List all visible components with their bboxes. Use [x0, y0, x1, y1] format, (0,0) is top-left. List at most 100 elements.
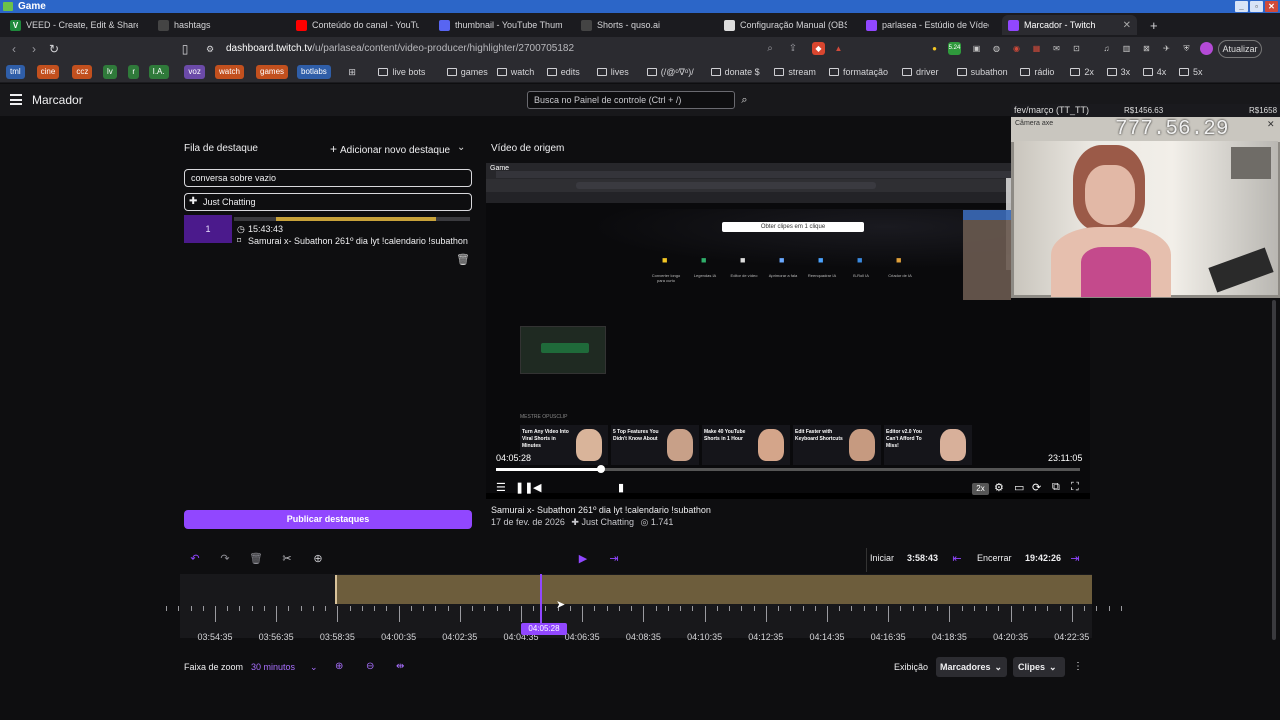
- highlight-title-field[interactable]: conversa sobre vazio: [184, 169, 472, 187]
- apps-icon[interactable]: ⊞: [348, 65, 356, 79]
- bookmark-folder[interactable]: edits: [546, 65, 580, 79]
- browser-tab[interactable]: hashtags: [152, 15, 282, 35]
- add-clip-icon[interactable]: ⊕: [311, 552, 325, 566]
- extension-icon[interactable]: ◍: [990, 42, 1003, 55]
- playhead-line[interactable]: [540, 574, 542, 626]
- bookmark-folder[interactable]: 3x: [1106, 65, 1130, 79]
- more-icon[interactable]: ⋮: [1073, 661, 1083, 672]
- bookmark-item[interactable]: r: [128, 65, 140, 79]
- browser-tab[interactable]: Shorts - quso.ai: [575, 15, 710, 35]
- start-value[interactable]: 3:58:43: [907, 553, 938, 563]
- bookmark-folder[interactable]: 2x: [1070, 65, 1094, 79]
- browser-tab[interactable]: Configuração Manual (OBS Ve: [718, 15, 853, 35]
- bookmark-item[interactable]: botlabs: [297, 65, 331, 79]
- set-end-icon[interactable]: ⇥: [1068, 552, 1082, 566]
- bookmark-folder[interactable]: 5x: [1179, 65, 1203, 79]
- trash-icon[interactable]: 🗑: [456, 253, 470, 266]
- set-start-icon[interactable]: ⇤: [950, 552, 964, 566]
- tab-close-icon[interactable]: ✕: [1123, 20, 1131, 31]
- chevron-down-icon[interactable]: ⌄: [457, 142, 465, 153]
- bookmark-folder[interactable]: formatação: [829, 65, 888, 79]
- zoom-icon[interactable]: ⌕: [762, 41, 778, 57]
- sidebar-icon[interactable]: ▥: [1120, 42, 1133, 55]
- delete-icon[interactable]: 🗑: [249, 552, 263, 566]
- bookmark-folder[interactable]: (/@ᵒ∇ᵒ)/: [646, 65, 694, 79]
- pause-icon[interactable]: ❚❚: [515, 481, 533, 494]
- publish-highlights-button[interactable]: Publicar destaques: [184, 510, 472, 529]
- rewards-icon[interactable]: ▲: [832, 42, 845, 55]
- highlight-range[interactable]: [335, 575, 1092, 604]
- search-icon[interactable]: ⌕: [736, 91, 753, 109]
- fit-icon[interactable]: ⇹: [396, 661, 404, 672]
- bookmark-icon[interactable]: ▯: [177, 41, 193, 57]
- browser-tab[interactable]: V VEED - Create, Edit & Share Vi: [4, 15, 144, 35]
- extension-icon[interactable]: ✈: [1160, 42, 1173, 55]
- brave-shield-icon[interactable]: ◆: [812, 42, 825, 55]
- vpn-icon[interactable]: ⛨: [1180, 42, 1193, 55]
- browser-tab[interactable]: Marcador - Twitch ✕: [1002, 15, 1137, 35]
- bookmark-folder[interactable]: donate $: [710, 65, 760, 79]
- category-field[interactable]: ✚ Just Chatting: [184, 193, 472, 211]
- update-button[interactable]: Atualizar: [1218, 40, 1262, 58]
- seek-handle[interactable]: [597, 465, 606, 473]
- bookmark-folder[interactable]: live bots: [378, 65, 425, 79]
- clip-icon[interactable]: ⟳: [1032, 481, 1041, 494]
- forward-icon[interactable]: ›: [26, 41, 42, 57]
- skip-end-icon[interactable]: ⇥: [607, 552, 621, 566]
- extension-bulb-icon[interactable]: ●: [928, 42, 941, 55]
- bookmark-item[interactable]: I.A.: [148, 65, 169, 79]
- bookmark-item[interactable]: tml: [6, 65, 25, 79]
- add-highlight-button[interactable]: + Adicionar novo destaque: [330, 142, 450, 156]
- scissors-icon[interactable]: ✂: [280, 552, 294, 566]
- extension-icon[interactable]: ✉: [1050, 42, 1063, 55]
- menu-icon[interactable]: [10, 94, 22, 105]
- browser-tab[interactable]: thumbnail - YouTube Thumbn: [433, 15, 568, 35]
- extension-icon[interactable]: ▣: [970, 42, 983, 55]
- undo-icon[interactable]: ↶: [188, 552, 202, 566]
- browser-tab[interactable]: parlasea - Estúdio de Vídeo - T: [860, 15, 995, 35]
- new-tab-icon[interactable]: +: [1144, 15, 1164, 35]
- fullscreen-icon[interactable]: ⛶: [1071, 481, 1079, 494]
- bookmark-item[interactable]: ccz: [72, 65, 93, 79]
- bookmark-folder[interactable]: subathon: [956, 65, 1008, 79]
- popout-icon[interactable]: ⧉: [1052, 481, 1060, 494]
- close-icon[interactable]: ✕: [1267, 119, 1275, 130]
- site-info-icon[interactable]: ⚙: [202, 41, 218, 57]
- page-scrollbar[interactable]: [1272, 300, 1276, 640]
- back-icon[interactable]: ‹: [6, 41, 22, 57]
- bookmark-folder[interactable]: rádio: [1020, 65, 1054, 79]
- markers-dropdown[interactable]: Marcadores ⌄: [936, 657, 1007, 677]
- seek-bar[interactable]: [496, 468, 1080, 471]
- redo-icon[interactable]: ↷: [218, 552, 232, 566]
- extension-icon[interactable]: ⊠: [1140, 42, 1153, 55]
- bookmark-item[interactable]: watch: [215, 65, 244, 79]
- bookmark-folder[interactable]: lives: [596, 65, 629, 79]
- zoom-in-icon[interactable]: ⊕: [335, 661, 343, 672]
- chevron-down-icon[interactable]: ⌄: [310, 662, 318, 673]
- extension-icon[interactable]: ⊡: [1070, 42, 1083, 55]
- bookmark-item[interactable]: lv: [103, 65, 117, 79]
- zoom-out-icon[interactable]: ⊖: [366, 661, 374, 672]
- theater-icon[interactable]: ▭: [1014, 481, 1024, 494]
- bookmark-item[interactable]: cine: [36, 65, 60, 79]
- settings-icon[interactable]: ⚙: [994, 481, 1004, 494]
- record-icon[interactable]: ◉: [1010, 42, 1023, 55]
- bookmark-folder[interactable]: driver: [902, 65, 939, 79]
- close-icon[interactable]: ✕: [1265, 1, 1278, 12]
- bookmark-folder[interactable]: stream: [774, 65, 816, 79]
- speed-button[interactable]: 2x: [972, 483, 989, 495]
- profile-icon[interactable]: [1200, 42, 1213, 55]
- bookmark-folder[interactable]: games: [446, 65, 488, 79]
- bookmark-folder[interactable]: watch: [496, 65, 534, 79]
- zoom-value[interactable]: 30 minutos: [251, 662, 295, 672]
- chapters-icon[interactable]: ☰: [496, 481, 506, 494]
- end-value[interactable]: 19:42:26: [1025, 553, 1061, 563]
- extension-badge-icon[interactable]: 5.24: [948, 42, 961, 55]
- highlight-clip-card[interactable]: 1 ◷ 15:43:43 ⌑ Samurai x- Subathon 261º …: [184, 215, 472, 251]
- browser-tab[interactable]: Conteúdo do canal - YouTube: [290, 15, 425, 35]
- reload-icon[interactable]: ↻: [46, 41, 62, 57]
- share-icon[interactable]: ⇪: [785, 41, 801, 57]
- volume-icon[interactable]: ◀: [533, 481, 541, 494]
- restore-icon[interactable]: ▫: [1250, 1, 1263, 12]
- search-input[interactable]: Busca no Painel de controle (Ctrl + /): [527, 91, 735, 109]
